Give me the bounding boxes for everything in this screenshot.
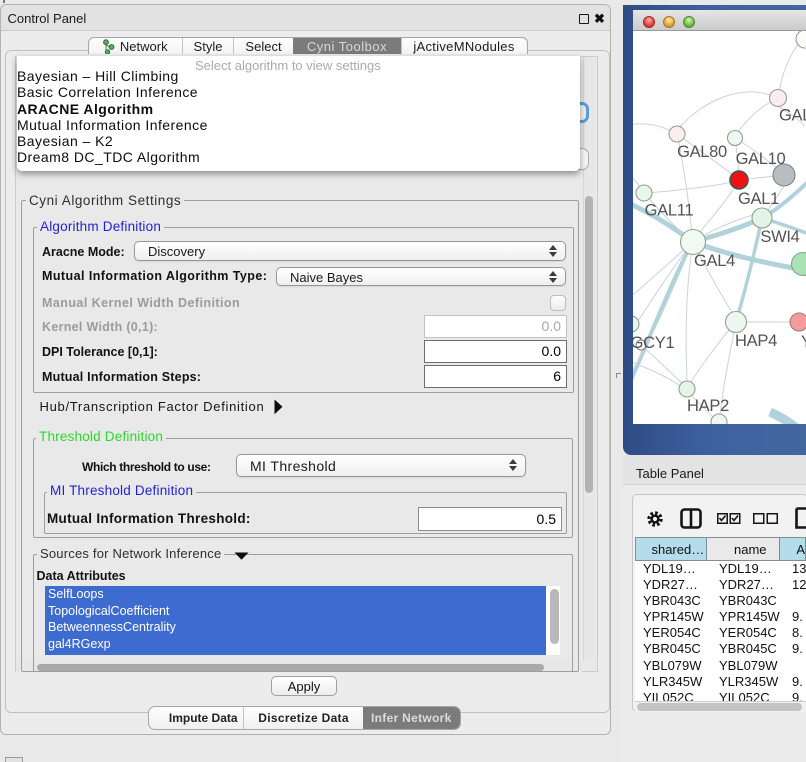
- svg-text:GAL4: GAL4: [694, 252, 735, 270]
- svg-text:SWI4: SWI4: [760, 228, 799, 246]
- svg-text:HAP4: HAP4: [735, 332, 777, 350]
- svg-text:GAL80: GAL80: [677, 143, 727, 161]
- svg-text:GAL10: GAL10: [736, 150, 786, 168]
- svg-text:YJ: YJ: [801, 333, 806, 351]
- svg-text:GCY1: GCY1: [633, 334, 674, 352]
- svg-text:GAL11: GAL11: [645, 202, 694, 220]
- svg-text:GAL1: GAL1: [738, 190, 779, 208]
- svg-text:GAL7: GAL7: [779, 107, 806, 125]
- svg-text:HAP2: HAP2: [687, 397, 729, 415]
